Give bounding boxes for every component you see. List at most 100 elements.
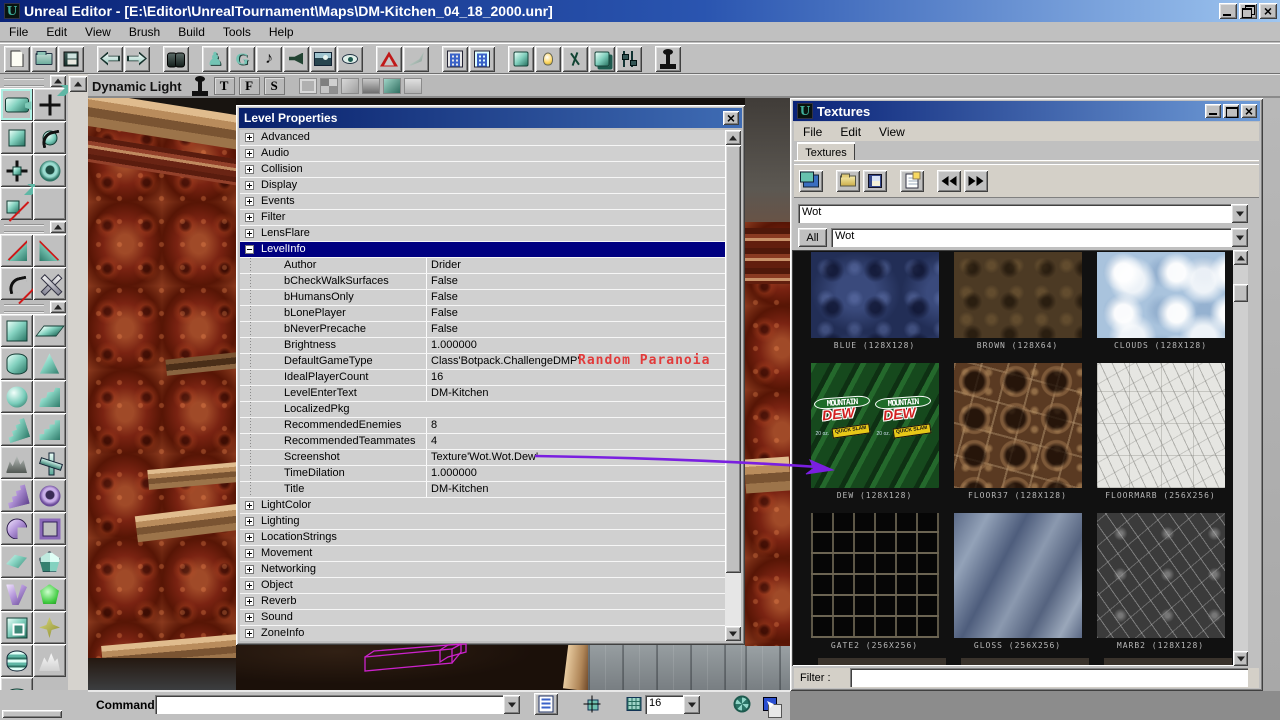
expand-icon[interactable]: [245, 613, 254, 622]
tessellated-sheet-brush-button[interactable]: [33, 545, 66, 578]
actor-browser-button[interactable]: ♟: [202, 46, 228, 72]
sheet-brush-button[interactable]: [33, 314, 66, 347]
expand-icon[interactable]: [245, 581, 254, 590]
property-value[interactable]: False: [426, 290, 725, 305]
texture-thumbnail[interactable]: [954, 252, 1082, 338]
texture-sliver[interactable]: [1104, 658, 1232, 665]
texture-tile[interactable]: MOUNTAINDEWQUICK SLAM20 oz.MOUNTAINDEWQU…: [803, 363, 946, 500]
tarp-brush-button[interactable]: [33, 611, 66, 644]
script-editor-button[interactable]: [442, 46, 468, 72]
build-options-button[interactable]: [616, 46, 642, 72]
texture-tile[interactable]: GLOSS (256X256): [946, 513, 1089, 650]
brush-rotate-arrow-button[interactable]: [0, 267, 33, 300]
level-properties-titlebar[interactable]: Level Properties: [239, 108, 742, 128]
edit-vertex-alt-button[interactable]: [33, 234, 66, 267]
menu-item[interactable]: File: [0, 23, 37, 41]
search-button[interactable]: [163, 46, 189, 72]
snap-grid-button[interactable]: [622, 693, 646, 715]
scroll-up-button[interactable]: [1233, 250, 1248, 265]
property-row[interactable]: bCheckWalkSurfaces False: [240, 274, 725, 290]
music-browser-button[interactable]: ♪: [256, 46, 282, 72]
property-value[interactable]: False: [426, 306, 725, 321]
property-value[interactable]: 1.000000: [426, 338, 725, 353]
texture-thumbnail[interactable]: [1097, 252, 1225, 338]
property-value[interactable]: 4: [426, 434, 725, 449]
intersect-sheets-brush-button[interactable]: [33, 446, 66, 479]
viewport-play-button[interactable]: [190, 76, 210, 96]
open-file-button[interactable]: [31, 46, 57, 72]
property-category-row[interactable]: Sound: [240, 610, 725, 626]
textures-titlebar[interactable]: U Textures: [793, 101, 1260, 121]
property-category-row[interactable]: Lighting: [240, 514, 725, 530]
maximize-viewport-button[interactable]: [758, 693, 782, 715]
group-dropdown[interactable]: Wot: [831, 228, 1248, 247]
collapse-icon[interactable]: [245, 245, 254, 254]
play-level-button[interactable]: [655, 46, 681, 72]
scroll-up-button[interactable]: [69, 76, 87, 92]
texture-thumbnail[interactable]: MOUNTAINDEWQUICK SLAM20 oz.MOUNTAINDEWQU…: [811, 363, 939, 488]
property-value[interactable]: Texture'Wot.Wot.Dew': [426, 450, 725, 465]
expand-icon[interactable]: [245, 197, 254, 206]
group-browser-button[interactable]: G: [229, 46, 255, 72]
property-row[interactable]: TimeDilation 1.000000: [240, 466, 725, 482]
minimize-button[interactable]: [1219, 3, 1237, 19]
scroll-thumb[interactable]: [725, 145, 741, 573]
toggle-f-button[interactable]: F: [239, 77, 260, 95]
texture-tile[interactable]: GATE2 (256X256): [803, 513, 946, 650]
cone-brush-button[interactable]: [33, 347, 66, 380]
texture-thumbnail[interactable]: [954, 513, 1082, 638]
rebuild-lighting-button[interactable]: [535, 46, 561, 72]
texture-tile[interactable]: FLOOR37 (128X128): [946, 363, 1089, 500]
selected-category-row[interactable]: LevelInfo: [240, 242, 725, 258]
property-value[interactable]: DM-Kitchen: [426, 482, 725, 497]
next-group-button[interactable]: [964, 170, 988, 192]
back-button[interactable]: [97, 46, 123, 72]
property-row[interactable]: LevelEnterText DM-Kitchen: [240, 386, 725, 402]
property-value[interactable]: 8: [426, 418, 725, 433]
lit-view-button[interactable]: [362, 78, 380, 94]
property-category-row[interactable]: Events: [240, 194, 725, 210]
property-row[interactable]: bHumansOnly False: [240, 290, 725, 306]
texture-tile[interactable]: FLOORMARB (256X256): [1089, 363, 1232, 500]
translate-brush-button[interactable]: [0, 154, 33, 187]
spiral-stairs-brush-button[interactable]: [0, 413, 33, 446]
expand-icon[interactable]: [245, 565, 254, 574]
texture-thumbnail[interactable]: [811, 252, 939, 338]
property-row[interactable]: Brightness 1.000000: [240, 338, 725, 354]
collapse-section-button[interactable]: [50, 301, 66, 313]
expand-icon[interactable]: [245, 165, 254, 174]
tab-textures[interactable]: Textures: [797, 142, 855, 162]
rotate-actor-button[interactable]: [33, 154, 66, 187]
property-value[interactable]: Drider: [426, 258, 725, 273]
texture-thumbnail[interactable]: [1097, 513, 1225, 638]
volumetric-brush-button[interactable]: [0, 578, 33, 611]
dropdown-button[interactable]: [503, 695, 520, 714]
main-titlebar[interactable]: U Unreal Editor - [E:\Editor\UnrealTourn…: [0, 0, 1280, 22]
menu-item[interactable]: View: [870, 123, 914, 141]
camera-movement-button[interactable]: [0, 88, 33, 121]
package-properties-button[interactable]: [900, 170, 924, 192]
property-category-row[interactable]: Networking: [240, 562, 725, 578]
cube-brush-button[interactable]: [0, 314, 33, 347]
rebuild-geometry-button[interactable]: [508, 46, 534, 72]
cylinder-brush-button[interactable]: [0, 347, 33, 380]
new-file-button[interactable]: [4, 46, 30, 72]
texture-tile[interactable]: MARB2 (128X128): [1089, 513, 1232, 650]
move-actor-button[interactable]: [33, 88, 66, 121]
expand-icon[interactable]: [245, 149, 254, 158]
texture-browser-button[interactable]: [310, 46, 336, 72]
toolbox-scrollbar[interactable]: [68, 74, 88, 720]
property-category-row[interactable]: ZoneInfo: [240, 626, 725, 641]
close-button[interactable]: [1241, 104, 1257, 118]
expand-icon[interactable]: [245, 629, 254, 638]
property-row[interactable]: RecommendedEnemies 8: [240, 418, 725, 434]
texture-tile[interactable]: BLUE (128X128): [803, 252, 946, 350]
mesh-browser-button[interactable]: [337, 46, 363, 72]
purple-stairs-brush-button[interactable]: [0, 479, 33, 512]
texture-tile[interactable]: CLOUDS (128X128): [1089, 252, 1232, 350]
property-category-row[interactable]: Display: [240, 178, 725, 194]
flat-view-button[interactable]: [404, 78, 422, 94]
expand-icon[interactable]: [245, 549, 254, 558]
menu-item[interactable]: Edit: [37, 23, 76, 41]
property-category-row[interactable]: Filter: [240, 210, 725, 226]
